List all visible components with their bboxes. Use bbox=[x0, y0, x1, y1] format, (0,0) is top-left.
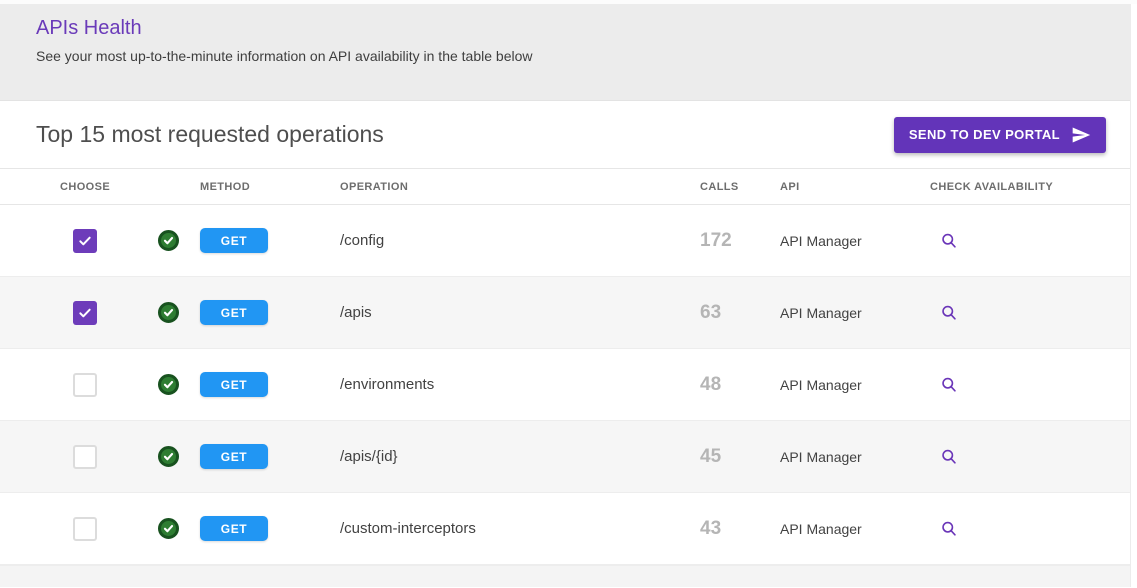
check-circle-icon bbox=[158, 446, 179, 467]
row-checkbox[interactable] bbox=[73, 301, 97, 325]
search-icon bbox=[940, 304, 958, 322]
column-header-method: METHOD bbox=[200, 181, 340, 193]
operation-path: /apis bbox=[340, 304, 372, 321]
check-icon bbox=[77, 305, 93, 321]
api-name: API Manager bbox=[780, 377, 862, 393]
column-header-check-availability: CHECK AVAILABILITY bbox=[930, 181, 1130, 193]
method-badge: GET bbox=[200, 228, 268, 253]
row-checkbox[interactable] bbox=[73, 229, 97, 253]
search-icon bbox=[940, 448, 958, 466]
section-bar: Top 15 most requested operations SEND TO… bbox=[0, 101, 1130, 169]
check-availability-button[interactable] bbox=[940, 448, 958, 466]
operation-path: /environments bbox=[340, 376, 434, 393]
column-header-choose: CHOOSE bbox=[0, 181, 125, 193]
row-checkbox[interactable] bbox=[73, 373, 97, 397]
api-name: API Manager bbox=[780, 233, 862, 249]
table-row: GET /apis/{id} 45 API Manager bbox=[0, 421, 1130, 493]
operation-path: /config bbox=[340, 232, 384, 249]
calls-count: 172 bbox=[700, 230, 732, 252]
table-row: GET /config 172 API Manager bbox=[0, 205, 1130, 277]
api-name: API Manager bbox=[780, 449, 862, 465]
operation-path: /custom-interceptors bbox=[340, 520, 476, 537]
next-row-partial bbox=[0, 565, 1130, 587]
check-circle-icon bbox=[158, 302, 179, 323]
method-badge: GET bbox=[200, 372, 268, 397]
table-body: GET /config 172 API Manager GE bbox=[0, 205, 1130, 565]
column-header-calls: CALLS bbox=[700, 181, 780, 193]
search-icon bbox=[940, 376, 958, 394]
section-title: Top 15 most requested operations bbox=[36, 121, 384, 148]
calls-count: 48 bbox=[700, 374, 721, 396]
page-subtitle: See your most up-to-the-minute informati… bbox=[36, 48, 1130, 64]
calls-count: 43 bbox=[700, 518, 721, 540]
table-row: GET /environments 48 API Manager bbox=[0, 349, 1130, 421]
api-name: API Manager bbox=[780, 521, 862, 537]
check-availability-button[interactable] bbox=[940, 304, 958, 322]
table-header-row: CHOOSE METHOD OPERATION CALLS API CHECK … bbox=[0, 169, 1130, 205]
method-badge: GET bbox=[200, 300, 268, 325]
check-icon bbox=[77, 233, 93, 249]
send-icon bbox=[1071, 125, 1091, 145]
column-header-api: API bbox=[780, 181, 930, 193]
check-circle-icon bbox=[158, 374, 179, 395]
search-icon bbox=[940, 232, 958, 250]
apis-health-panel: APIs Health See your most up-to-the-minu… bbox=[0, 4, 1131, 587]
table-row: GET /apis 63 API Manager bbox=[0, 277, 1130, 349]
calls-count: 63 bbox=[700, 302, 721, 324]
api-name: API Manager bbox=[780, 305, 862, 321]
check-availability-button[interactable] bbox=[940, 376, 958, 394]
method-badge: GET bbox=[200, 516, 268, 541]
check-availability-button[interactable] bbox=[940, 232, 958, 250]
row-checkbox[interactable] bbox=[73, 517, 97, 541]
page-title: APIs Health bbox=[36, 15, 1130, 41]
column-header-operation: OPERATION bbox=[340, 181, 700, 193]
check-circle-icon bbox=[158, 518, 179, 539]
search-icon bbox=[940, 520, 958, 538]
calls-count: 45 bbox=[700, 446, 721, 468]
check-circle-icon bbox=[158, 230, 179, 251]
send-to-dev-portal-button[interactable]: SEND TO DEV PORTAL bbox=[894, 117, 1106, 153]
check-availability-button[interactable] bbox=[940, 520, 958, 538]
table-row: GET /custom-interceptors 43 API Manager bbox=[0, 493, 1130, 565]
page-header: APIs Health See your most up-to-the-minu… bbox=[0, 4, 1130, 101]
row-checkbox[interactable] bbox=[73, 445, 97, 469]
method-badge: GET bbox=[200, 444, 268, 469]
send-button-label: SEND TO DEV PORTAL bbox=[909, 127, 1060, 142]
operation-path: /apis/{id} bbox=[340, 448, 398, 465]
